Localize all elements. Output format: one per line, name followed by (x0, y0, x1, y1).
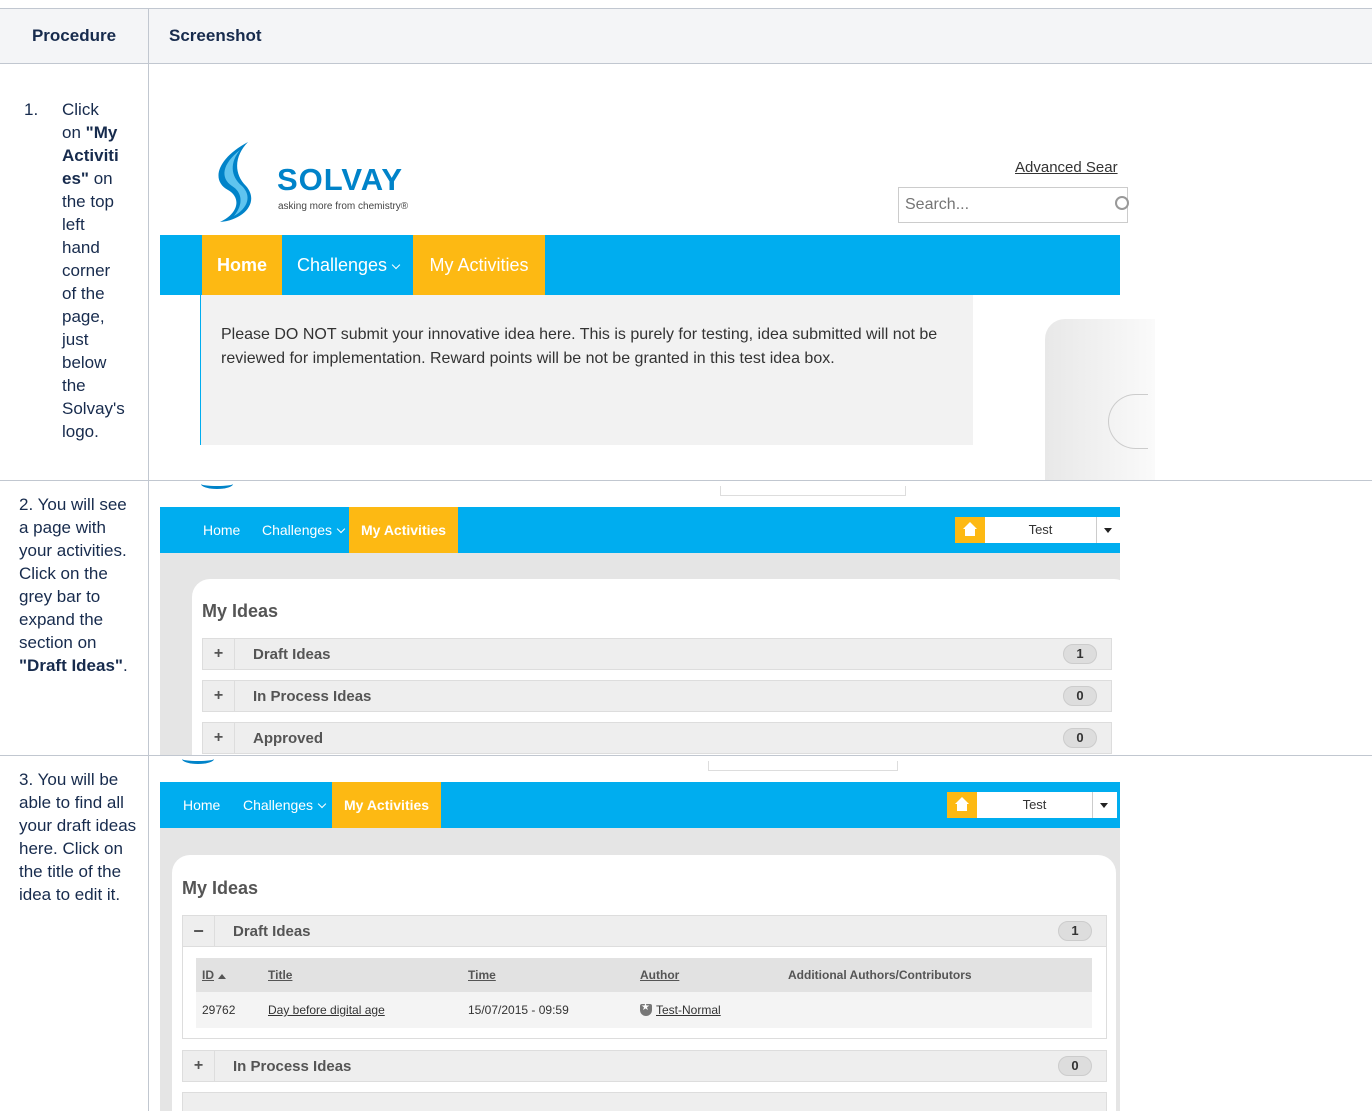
caret-down-icon[interactable] (1097, 517, 1121, 543)
nav-challenges[interactable]: Challenges (243, 782, 327, 828)
idea-contributors (782, 992, 1092, 1028)
count-badge: 1 (1058, 921, 1092, 941)
main-nav: Home Challenges My Activities Test (160, 782, 1120, 828)
solvay-logo-icon (218, 142, 252, 222)
caret-down-icon[interactable] (1093, 792, 1117, 818)
accordion-next-cropped[interactable] (182, 1092, 1107, 1111)
shield-icon (640, 1002, 652, 1016)
main-nav: Home Challenges My Activities Test (160, 507, 1121, 553)
procedure-table: Procedure Screenshot 1. Click on "My Act… (0, 8, 1372, 1111)
search-box[interactable] (898, 187, 1129, 223)
accordion-draft-ideas[interactable]: − Draft Ideas 1 (182, 915, 1107, 947)
idea-title-link[interactable]: Day before digital age (262, 992, 462, 1028)
chevron-down-icon (391, 260, 401, 270)
step-row-2: 2. You will see a page with your activit… (0, 481, 1372, 756)
header-procedure: Procedure (0, 8, 149, 64)
chevron-down-icon (336, 524, 346, 534)
my-ideas-title: My Ideas (182, 878, 259, 898)
home-icon[interactable] (955, 517, 985, 543)
nav-home[interactable]: Home (183, 782, 220, 828)
table-header-row: ID Title Time Author Additional Authors/… (196, 958, 1092, 992)
expand-icon[interactable]: + (203, 639, 235, 669)
idea-id: 29762 (196, 992, 262, 1028)
nav-my-activities[interactable]: My Activities (349, 507, 459, 553)
header-screenshot: Screenshot (169, 26, 262, 45)
step-1-text: 1. Click on "My Activiti es" on the top … (0, 64, 149, 480)
cropped-logo (182, 756, 214, 764)
step-2-screenshot: Home Challenges My Activities Test My Id… (149, 481, 1372, 755)
draft-ideas-table: ID Title Time Author Additional Authors/… (196, 958, 1092, 1028)
idea-time: 15/07/2015 - 09:59 (462, 992, 634, 1028)
advanced-search-link[interactable]: Advanced Sear (1015, 159, 1118, 176)
user-menu[interactable]: Test (955, 517, 1121, 543)
user-name[interactable]: Test (977, 792, 1093, 818)
nav-challenges[interactable]: Challenges (262, 507, 346, 553)
my-ideas-title: My Ideas (202, 601, 279, 621)
step-row-1: 1. Click on "My Activiti es" on the top … (0, 64, 1372, 481)
col-title-header[interactable]: Title (262, 958, 462, 992)
count-badge: 1 (1063, 644, 1097, 664)
count-badge: 0 (1063, 686, 1097, 706)
cropped-search (708, 761, 898, 771)
user-name[interactable]: Test (985, 517, 1097, 543)
col-contributors-header: Additional Authors/Contributors (782, 958, 1092, 992)
user-menu[interactable]: Test (947, 792, 1117, 818)
brand-tagline: asking more from chemistry® (278, 201, 409, 212)
step-row-3: 3. You will be able to find all your dra… (0, 756, 1372, 1111)
search-icon[interactable] (1115, 196, 1129, 210)
col-time-header[interactable]: Time (462, 958, 634, 992)
table-header-row: Procedure Screenshot (0, 8, 1372, 64)
brand-name: SOLVAY (277, 162, 404, 197)
accordion-approved[interactable]: + Approved 0 (202, 722, 1112, 754)
step-3-screenshot: Home Challenges My Activities Test My Id… (149, 756, 1372, 1111)
step-3-text: 3. You will be able to find all your dra… (0, 756, 149, 1111)
idea-author[interactable]: Test-Normal (634, 992, 782, 1028)
sort-ascending-icon (218, 974, 226, 979)
main-nav: Home Challenges My Activities (160, 235, 1120, 295)
accordion-in-process-ideas[interactable]: + In Process Ideas 0 (202, 680, 1112, 712)
chevron-down-icon (317, 799, 327, 809)
nav-home[interactable]: Home (202, 235, 282, 295)
col-author-header[interactable]: Author (634, 958, 782, 992)
nav-my-activities[interactable]: My Activities (413, 235, 545, 295)
cropped-search (720, 486, 906, 496)
expand-icon[interactable]: + (203, 723, 235, 753)
count-badge: 0 (1063, 728, 1097, 748)
step-2-text: 2. You will see a page with your activit… (0, 481, 149, 755)
search-input[interactable] (899, 188, 1099, 222)
accordion-draft-ideas[interactable]: + Draft Ideas 1 (202, 638, 1112, 670)
count-badge: 0 (1058, 1056, 1092, 1076)
nav-challenges[interactable]: Challenges (297, 235, 401, 295)
collapse-icon[interactable]: − (183, 916, 215, 946)
expand-icon[interactable]: + (183, 1051, 215, 1081)
nav-my-activities[interactable]: My Activities (332, 782, 442, 828)
cropped-logo (201, 481, 233, 489)
expand-icon[interactable]: + (203, 681, 235, 711)
table-row: 29762 Day before digital age 15/07/2015 … (196, 992, 1092, 1028)
col-id-header[interactable]: ID (196, 958, 262, 992)
accordion-in-process-ideas[interactable]: + In Process Ideas 0 (182, 1050, 1107, 1082)
home-icon[interactable] (947, 792, 977, 818)
test-warning-banner: Please DO NOT submit your innovative ide… (200, 295, 973, 445)
step-1-screenshot: SOLVAY asking more from chemistry® Advan… (149, 64, 1372, 480)
nav-home[interactable]: Home (203, 507, 240, 553)
